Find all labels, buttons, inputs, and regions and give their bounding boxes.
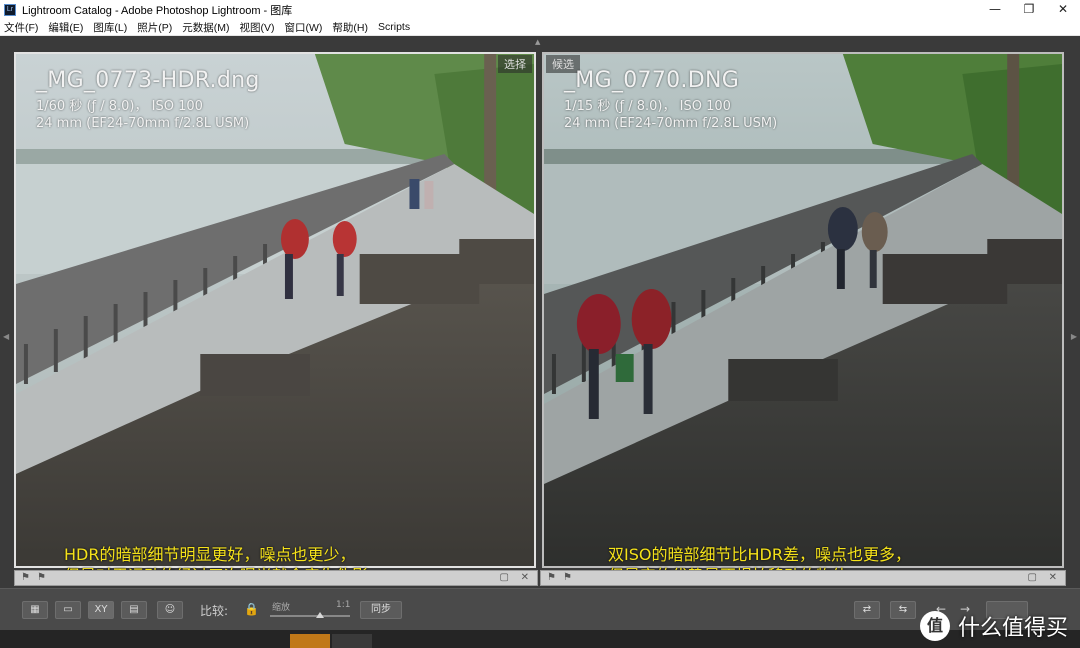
menu-photo[interactable]: 照片(P) (137, 20, 172, 35)
close-icon[interactable]: ✕ (1049, 572, 1057, 583)
window-controls: — ❐ ✕ (978, 0, 1080, 19)
reject-flag-icon[interactable]: ⚑ (37, 572, 46, 583)
left-caption-line1: HDR的暗部细节明显更好，噪点也更少， (64, 545, 356, 564)
right-caption-line1: 双ISO的暗部细节比HDR差，噪点也更多， (608, 545, 911, 564)
menu-library[interactable]: 图库(L) (93, 20, 127, 35)
color-label-icon[interactable]: ▢ (1028, 572, 1037, 583)
survey-view-button[interactable]: ▤ (121, 601, 147, 619)
flag-icon[interactable]: ⚑ (547, 572, 556, 583)
menu-metadata[interactable]: 元数据(M) (182, 20, 229, 35)
sync-button[interactable]: 同步 (360, 601, 402, 619)
close-button[interactable]: ✕ (1046, 0, 1080, 19)
menu-view[interactable]: 视图(V) (240, 20, 275, 35)
candidate-photo-info: _MG_0770.DNG 1/15 秒 (ƒ / 8.0)， ISO 100 2… (564, 68, 777, 131)
make-select-icon: ⇆ (898, 604, 908, 615)
title-bar: Lr Lightroom Catalog - Adobe Photoshop L… (0, 0, 1080, 19)
watermark-text: 什么值得买 (957, 616, 1068, 641)
right-panel-toggle-icon[interactable]: ▶ (1071, 332, 1077, 341)
loupe-icon: ▭ (63, 604, 73, 615)
candidate-lens: 24 mm (EF24-70mm f/2.8L USM) (564, 116, 778, 131)
select-panel-bar: ⚑ ⚑ ▢ ✕ (14, 570, 538, 586)
menu-help[interactable]: 帮助(H) (332, 20, 368, 35)
compare-view-button[interactable]: XY (88, 601, 114, 619)
candidate-exposure: 1/15 秒 (ƒ / 8.0)， ISO 100 (564, 99, 731, 114)
candidate-filename: _MG_0770.DNG (564, 68, 740, 93)
select-exposure: 1/60 秒 (ƒ / 8.0)， ISO 100 (36, 99, 203, 114)
zoom-slider-thumb[interactable] (315, 612, 324, 618)
watermark-logo-icon: 值 (919, 611, 950, 641)
minimize-button[interactable]: — (978, 0, 1012, 19)
zoom-value: 1:1 (336, 600, 351, 610)
grid-view-button[interactable]: ▦ (22, 601, 48, 619)
select-filename: _MG_0773-HDR.dng (36, 68, 260, 93)
people-view-button[interactable]: ☺ (157, 601, 183, 619)
color-label-icon[interactable]: ▢ (500, 572, 509, 583)
toolbar: ▦ ▭ XY ▤ ☺ 比较: 🔒 缩放 1:1 同步 ⇄ ⇆ ← → (0, 588, 1080, 630)
close-icon[interactable]: ✕ (521, 572, 529, 583)
zoom-label: 缩放 (272, 603, 291, 613)
select-lens: 24 mm (EF24-70mm f/2.8L USM) (36, 116, 250, 131)
swap-button[interactable]: ⇄ (854, 601, 880, 619)
compare-label: 比较: (200, 604, 229, 618)
grid-icon: ▦ (30, 604, 40, 615)
candidate-panel-bar: ⚑ ⚑ ▢ ✕ (540, 570, 1066, 586)
lock-icon[interactable]: 🔒 (244, 602, 259, 616)
menu-scripts[interactable]: Scripts (378, 21, 410, 33)
reject-flag-icon[interactable]: ⚑ (563, 572, 572, 583)
lightroom-icon: Lr (4, 3, 16, 16)
make-select-button[interactable]: ⇆ (890, 601, 916, 619)
survey-icon: ▤ (129, 604, 139, 615)
window-title: Lightroom Catalog - Adobe Photoshop Ligh… (22, 4, 293, 17)
menu-edit[interactable]: 编辑(E) (48, 20, 83, 35)
left-panel-toggle-icon[interactable]: ◀ (3, 332, 9, 341)
select-photo-panel[interactable]: 选择 _MG_0773-HDR.dng 1/60 秒 (ƒ / 8.0)， IS… (14, 52, 536, 568)
swap-icon: ⇄ (862, 604, 872, 615)
menu-file[interactable]: 文件(F) (4, 20, 38, 35)
top-panel-toggle-icon[interactable]: ▲ (535, 38, 540, 46)
loupe-view-button[interactable]: ▭ (55, 601, 81, 619)
select-photo-info: _MG_0773-HDR.dng 1/60 秒 (ƒ / 8.0)， ISO 1… (36, 68, 260, 131)
workspace: ◀ ▶ ▲ 选择 _MG_0773-HDR.dng 1/60 秒 (ƒ / 8.… (0, 36, 1080, 648)
maximize-button[interactable]: ❐ (1012, 0, 1046, 19)
flag-icon[interactable]: ⚑ (21, 572, 30, 583)
select-tag: 选择 (498, 55, 532, 73)
filmstrip-thumbnail[interactable] (290, 634, 330, 648)
people-icon: ☺ (164, 604, 176, 615)
filmstrip-thumbnail[interactable] (332, 634, 372, 648)
watermark: 值 什么值得买 (919, 610, 1068, 642)
menu-window[interactable]: 窗口(W) (285, 20, 323, 35)
filmstrip (0, 630, 1080, 648)
zoom-slider[interactable] (270, 615, 350, 617)
menu-bar: 文件(F) 编辑(E) 图库(L) 照片(P) 元数据(M) 视图(V) 窗口(… (0, 19, 1080, 36)
candidate-photo-panel[interactable]: 候选 _MG_0770.DNG 1/15 秒 (ƒ / 8.0)， ISO 10… (542, 52, 1064, 568)
